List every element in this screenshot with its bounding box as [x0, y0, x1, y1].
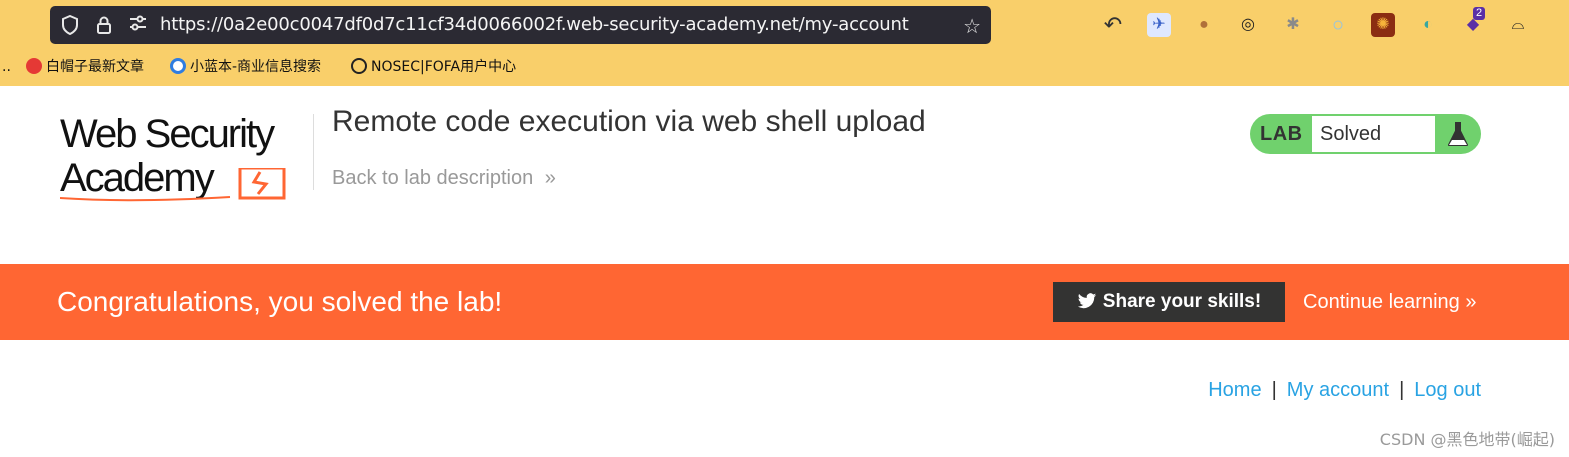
lab-status: Solved — [1312, 116, 1435, 152]
permissions-icon[interactable] — [128, 15, 148, 35]
bookmark-nosec[interactable]: NOSEC|FOFA用户中心 — [351, 55, 516, 79]
log-out-link[interactable]: Log out — [1414, 379, 1481, 401]
lab-status-widget: LAB Solved — [1250, 114, 1481, 154]
bookmark-label: 小蓝本-商业信息搜索 — [190, 59, 322, 75]
back-to-lab-description-link[interactable]: Back to lab description » — [332, 166, 556, 190]
bird-icon[interactable]: ✈ — [1147, 13, 1171, 37]
header-divider — [313, 114, 314, 190]
share-skills-button[interactable]: Share your skills! — [1053, 282, 1285, 322]
star-icon[interactable]: ☆ — [963, 14, 981, 39]
sun-icon[interactable]: ✺ — [1371, 13, 1395, 37]
solved-banner: Congratulations, you solved the lab! Sha… — [0, 264, 1569, 340]
cookie-editor-icon[interactable]: ◎ — [1236, 13, 1260, 37]
bookmarks-overflow[interactable]: .. — [2, 55, 11, 79]
lab-title: Remote code execution via web shell uplo… — [332, 105, 926, 138]
congratulations-message: Congratulations, you solved the lab! — [57, 286, 503, 317]
browser-chrome: https://0a2e00c0047df0d7c11cf34d0066002f… — [0, 0, 1569, 86]
cookie-icon[interactable]: ● — [1192, 13, 1216, 37]
hat-icon[interactable]: ⌓ — [1506, 13, 1530, 37]
back-arrow-icon[interactable]: ↶ — [1101, 13, 1125, 37]
logo-line-1: Web Security — [60, 112, 275, 156]
double-chevron-right-icon: » — [1465, 291, 1477, 313]
lock-icon[interactable] — [94, 15, 114, 35]
lab-label: LAB — [1260, 123, 1303, 145]
continue-learning-link[interactable]: Continue learning » — [1303, 290, 1476, 314]
hackbar-icon[interactable]: ◆ 2 — [1461, 7, 1486, 37]
baimaozi-icon — [26, 58, 42, 74]
nav-separator: | — [1271, 379, 1277, 401]
home-link[interactable]: Home — [1208, 379, 1261, 401]
bug-icon[interactable]: ✱ — [1281, 13, 1305, 37]
my-account-link[interactable]: My account — [1287, 379, 1389, 401]
address-bar[interactable]: https://0a2e00c0047df0d7c11cf34d0066002f… — [50, 6, 991, 44]
bookmark-label: 白帽子最新文章 — [46, 59, 144, 75]
account-nav: Home | My account | Log out — [1208, 378, 1481, 402]
ring-icon[interactable]: ○ — [1326, 13, 1350, 37]
web-security-academy-logo[interactable]: Web Security Academy — [60, 112, 310, 204]
shield-icon[interactable] — [60, 14, 80, 36]
flask-icon — [1435, 114, 1481, 154]
logo-flourish-icon — [60, 168, 286, 202]
url-text[interactable]: https://0a2e00c0047df0d7c11cf34d0066002f… — [160, 15, 909, 35]
share-label: Share your skills! — [1102, 291, 1262, 312]
xiaolanben-icon — [170, 58, 186, 74]
bookmark-baimaozi[interactable]: 白帽子最新文章 — [26, 55, 144, 79]
back-link-label: Back to lab description — [332, 167, 534, 189]
continue-label: Continue learning — [1303, 291, 1460, 313]
double-chevron-right-icon: » — [544, 167, 556, 189]
csdn-watermark: CSDN @黑色地带(崛起) — [1379, 430, 1555, 449]
bookmark-label: NOSEC|FOFA用户中心 — [371, 59, 517, 75]
toggle-icon[interactable]: ◐ — [1416, 13, 1440, 37]
extension-badge: 2 — [1473, 7, 1486, 20]
bookmark-xiaolanben[interactable]: 小蓝本-商业信息搜索 — [170, 55, 321, 79]
twitter-icon — [1077, 293, 1096, 309]
globe-icon — [351, 58, 367, 74]
nav-separator: | — [1399, 379, 1405, 401]
